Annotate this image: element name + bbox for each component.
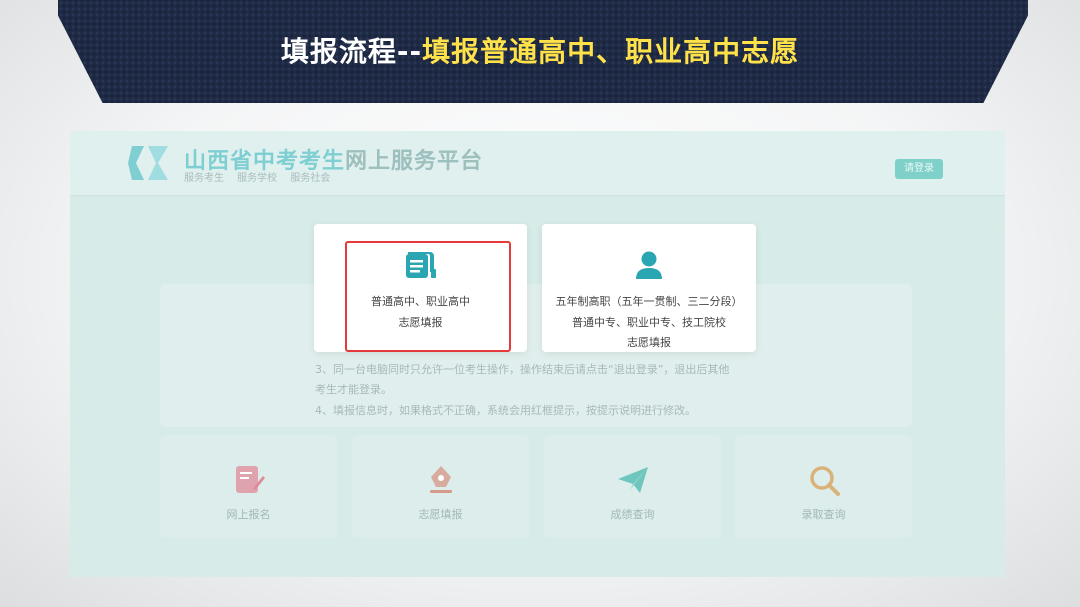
site-header: 山西省中考考生网上服务平台 服务考生 服务学校 服务社会 请登录	[70, 131, 1005, 196]
paper-plane-icon	[617, 467, 648, 493]
card-line: 五年制高职（五年一贯制、三二分段）	[555, 295, 743, 308]
highlight-box	[345, 241, 511, 352]
notice-line: 3、同一台电脑同时只允许一位考生操作，操作结束后请点击“退出登录”，退出后其他	[315, 363, 730, 376]
login-button[interactable]: 请登录	[895, 159, 943, 179]
site-title-rest: 网上服务平台	[345, 149, 484, 174]
edit-icon	[235, 466, 265, 493]
tile-application-fill[interactable]: 志愿填报	[352, 435, 529, 538]
logo-icon	[128, 146, 168, 180]
notice-line: 4、填报信息时，如果格式不正确，系统会用红框提示，按提示说明进行修改。	[315, 404, 696, 417]
tile-score-query[interactable]: 成绩查询	[544, 435, 721, 538]
notice-line: 考生才能登录。	[315, 383, 392, 396]
card-line: 志愿填报	[627, 336, 671, 349]
magnifier-icon	[809, 466, 840, 496]
pen-nib-icon	[429, 466, 452, 493]
tile-label: 录取查询	[801, 508, 846, 521]
option-card-five-year-vocational[interactable]: 五年制高职（五年一贯制、三二分段） 普通中专、职业中专、技工院校 志愿填报	[542, 224, 756, 352]
tile-label: 志愿填报	[418, 508, 463, 521]
user-icon	[636, 251, 662, 279]
tile-online-registration[interactable]: 网上报名	[160, 435, 337, 538]
slide-title-main: 填报普通高中、职业高中志愿	[422, 35, 800, 68]
slide-title-prefix: 填报流程--	[280, 35, 423, 68]
website-screenshot: 山西省中考考生网上服务平台 服务考生 服务学校 服务社会 请登录 3、同一台电脑…	[70, 131, 1005, 577]
slide-title: 填报流程--填报普通高中、职业高中志愿	[0, 30, 1080, 70]
notice-panel: 3、同一台电脑同时只允许一位考生操作，操作结束后请点击“退出登录”，退出后其他 …	[160, 284, 912, 427]
tile-admission-query[interactable]: 录取查询	[735, 435, 912, 538]
tile-label: 成绩查询	[610, 508, 655, 521]
site-subtitle: 服务考生 服务学校 服务社会	[184, 173, 331, 184]
card-line: 普通中专、职业中专、技工院校	[572, 316, 726, 329]
tile-label: 网上报名	[226, 508, 271, 521]
